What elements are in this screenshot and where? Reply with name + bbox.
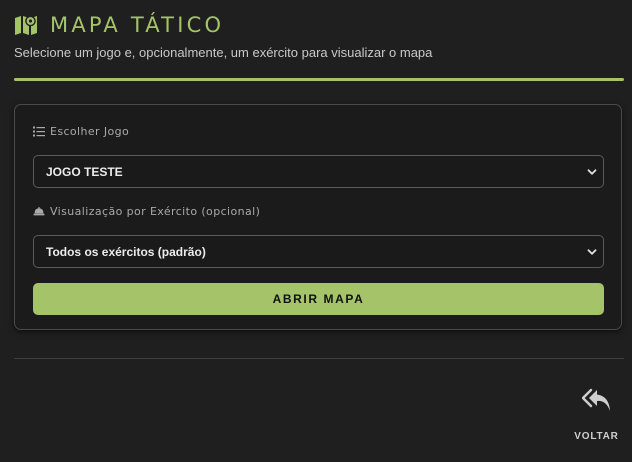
- game-select[interactable]: JOGO TESTE: [33, 155, 604, 188]
- army-field-label: Visualização por Exército (opcional): [33, 205, 260, 218]
- game-field-label: Escolher Jogo: [33, 125, 129, 138]
- game-label-text: Escolher Jogo: [50, 125, 130, 138]
- map-icon: [15, 15, 37, 35]
- helmet-icon: [33, 207, 45, 216]
- open-map-button[interactable]: ABRIR MAPA: [33, 283, 604, 315]
- back-button[interactable]: VOLTAR: [568, 384, 624, 446]
- list-icon: [33, 126, 45, 137]
- tactical-map-page: MAPA TÁTICO Selecione um jogo e, opciona…: [0, 0, 632, 462]
- page-title: MAPA TÁTICO: [50, 13, 225, 37]
- header-divider: [14, 78, 624, 81]
- title-row: MAPA TÁTICO: [14, 10, 624, 40]
- chevron-down-icon: [587, 249, 597, 255]
- chevron-down-icon: [587, 169, 597, 175]
- selection-card: Escolher Jogo JOGO TESTE Visualização po…: [14, 104, 622, 330]
- reply-all-icon: [582, 388, 610, 411]
- back-label: VOLTAR: [574, 431, 619, 442]
- army-select-value: Todos os exércitos (padrão): [46, 244, 206, 259]
- army-select[interactable]: Todos os exércitos (padrão): [33, 235, 604, 268]
- army-label-text: Visualização por Exército (opcional): [50, 205, 261, 218]
- game-select-value: JOGO TESTE: [46, 164, 123, 179]
- page-header: MAPA TÁTICO Selecione um jogo e, opciona…: [14, 10, 624, 60]
- footer-divider: [14, 358, 624, 359]
- page-subtitle: Selecione um jogo e, opcionalmente, um e…: [14, 45, 433, 60]
